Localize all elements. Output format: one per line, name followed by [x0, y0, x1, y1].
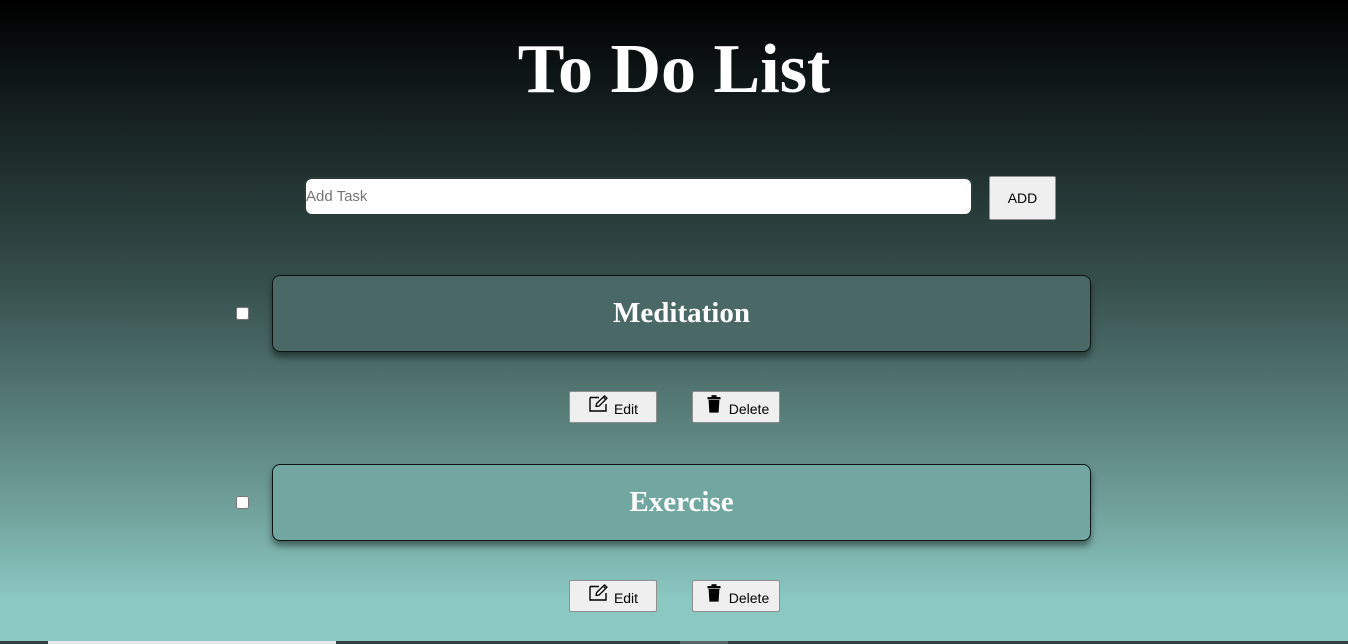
task-checkbox[interactable] [236, 307, 249, 320]
task-item: Exercise [272, 464, 1091, 541]
trash-icon [703, 395, 725, 413]
add-task-input[interactable] [304, 177, 973, 216]
edit-icon [588, 584, 610, 602]
edit-button[interactable]: Edit [569, 580, 657, 612]
edit-label: Edit [613, 590, 639, 606]
delete-button[interactable]: Delete [692, 580, 780, 612]
add-button[interactable]: ADD [989, 176, 1056, 220]
edit-button[interactable]: Edit [569, 391, 657, 423]
task-title: Exercise [629, 486, 734, 518]
task-item: Meditation [272, 275, 1091, 352]
task-checkbox[interactable] [236, 496, 249, 509]
trash-icon [703, 584, 725, 602]
edit-icon [588, 395, 610, 413]
delete-label: Delete [728, 590, 770, 606]
delete-label: Delete [728, 401, 770, 417]
task-title: Meditation [613, 297, 750, 329]
edit-label: Edit [613, 401, 639, 417]
delete-button[interactable]: Delete [692, 391, 780, 423]
page-title: To Do List [517, 31, 831, 108]
